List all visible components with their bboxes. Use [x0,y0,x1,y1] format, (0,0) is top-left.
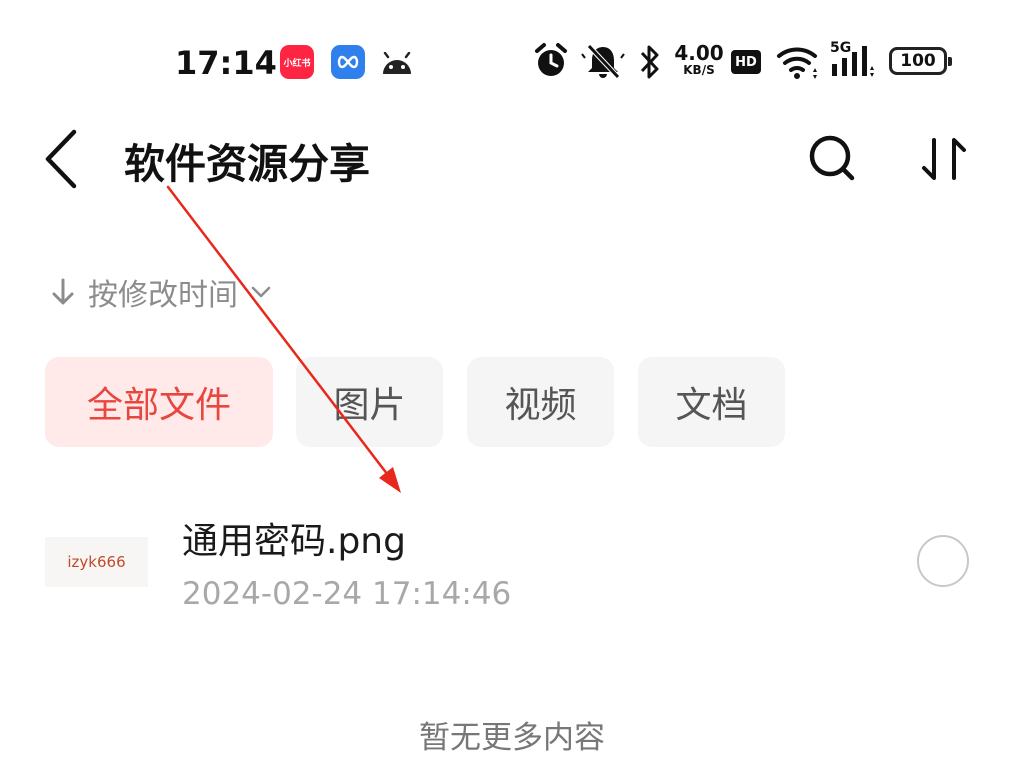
battery-icon: 100 [889,47,952,75]
network-speed-unit: KB/S [683,63,715,77]
wifi-icon [776,42,820,86]
bluetooth-icon [638,42,662,86]
filter-chip-images[interactable]: 图片 [296,357,443,447]
back-button[interactable] [38,128,88,190]
xiaohongshu-label: 小红书 [283,58,311,69]
file-modified-time: 2024-02-24 17:14:46 [182,576,512,612]
file-list-item[interactable]: izyk666 通用密码.png 2024-02-24 17:14:46 [0,500,1024,630]
no-more-content-text: 暂无更多内容 [419,720,605,756]
status-time: 17:14 [175,44,277,82]
back-chevron-icon [45,129,77,189]
alarm-clock-icon [533,42,569,84]
sort-button[interactable] [918,132,970,184]
filter-chip-all-files[interactable]: 全部文件 [45,357,273,447]
network-speed-value: 4.00 [674,41,724,65]
filter-chip-documents[interactable]: 文档 [638,357,785,447]
android-icon [380,51,414,80]
sort-label: 按修改时间 [88,278,238,313]
thumbnail-text: izyk666 [67,553,126,571]
status-bar: 17:14 小红书 4.00 KB/S HD 5G 100 [0,0,1024,110]
filter-chip-label: 图片 [333,385,406,426]
filter-chip-label: 全部文件 [86,385,231,426]
hd-badge: HD [731,50,761,74]
sort-dropdown[interactable]: 按修改时间 [50,268,272,316]
network-speed: 4.00 KB/S [674,43,724,76]
xiaohongshu-app-icon: 小红书 [280,45,314,79]
filter-chip-label: 文档 [675,385,748,426]
filter-chip-label: 视频 [504,385,577,426]
muted-bell-icon [580,42,626,84]
search-button[interactable] [806,132,858,184]
page-title: 软件资源分享 [124,140,370,188]
filter-chip-videos[interactable]: 视频 [467,357,614,447]
sort-arrows-icon [922,138,966,180]
arrow-down-icon [52,278,74,305]
file-name: 通用密码.png [182,521,406,562]
file-thumbnail: izyk666 [45,537,148,587]
infinity-app-icon [331,45,365,79]
chevron-down-icon [251,286,271,298]
battery-level: 100 [900,51,936,71]
file-select-checkbox[interactable] [917,535,969,587]
search-icon [809,135,855,181]
